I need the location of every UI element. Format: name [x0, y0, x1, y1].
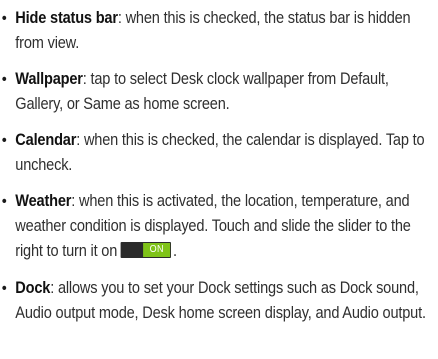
item-term: Hide status bar — [15, 9, 118, 27]
item-text: Wallpaper: tap to select Desk clock wall… — [15, 67, 434, 117]
list-item-weather: • Weather: when this is activated, the l… — [0, 189, 411, 264]
item-term: Calendar — [15, 131, 77, 149]
item-description: : when this is checked, the calendar is … — [15, 131, 425, 174]
bullet-icon: • — [1, 71, 7, 88]
settings-description-list: • Hide status bar: when this is checked,… — [0, 0, 438, 359]
list-item-calendar: • Calendar: when this is checked, the ca… — [0, 128, 425, 178]
item-term: Weather — [15, 192, 72, 210]
item-text: Dock: allows you to set your Dock settin… — [15, 276, 434, 326]
item-description-end: . — [172, 242, 177, 260]
item-term: Dock — [15, 279, 51, 297]
toggle-on-label: ON — [143, 243, 171, 257]
bullet-icon: • — [1, 193, 7, 210]
weather-on-toggle: ON — [120, 242, 172, 258]
item-text: Hide status bar: when this is checked, t… — [15, 6, 434, 56]
list-item-wallpaper: • Wallpaper: tap to select Desk clock wa… — [0, 67, 389, 117]
bullet-icon: • — [1, 280, 7, 297]
bullet-icon: • — [1, 132, 7, 149]
item-description: : when this is activated, the location, … — [15, 192, 411, 260]
item-text: Calendar: when this is checked, the cale… — [15, 128, 434, 178]
bullet-icon: • — [1, 10, 7, 27]
list-item-dock: • Dock: allows you to set your Dock sett… — [0, 276, 426, 326]
list-item-hide-status-bar: • Hide status bar: when this is checked,… — [0, 6, 411, 56]
item-term: Wallpaper — [15, 70, 83, 88]
item-description: : allows you to set your Dock settings s… — [15, 279, 426, 322]
item-text: Weather: when this is activated, the loc… — [15, 189, 434, 264]
